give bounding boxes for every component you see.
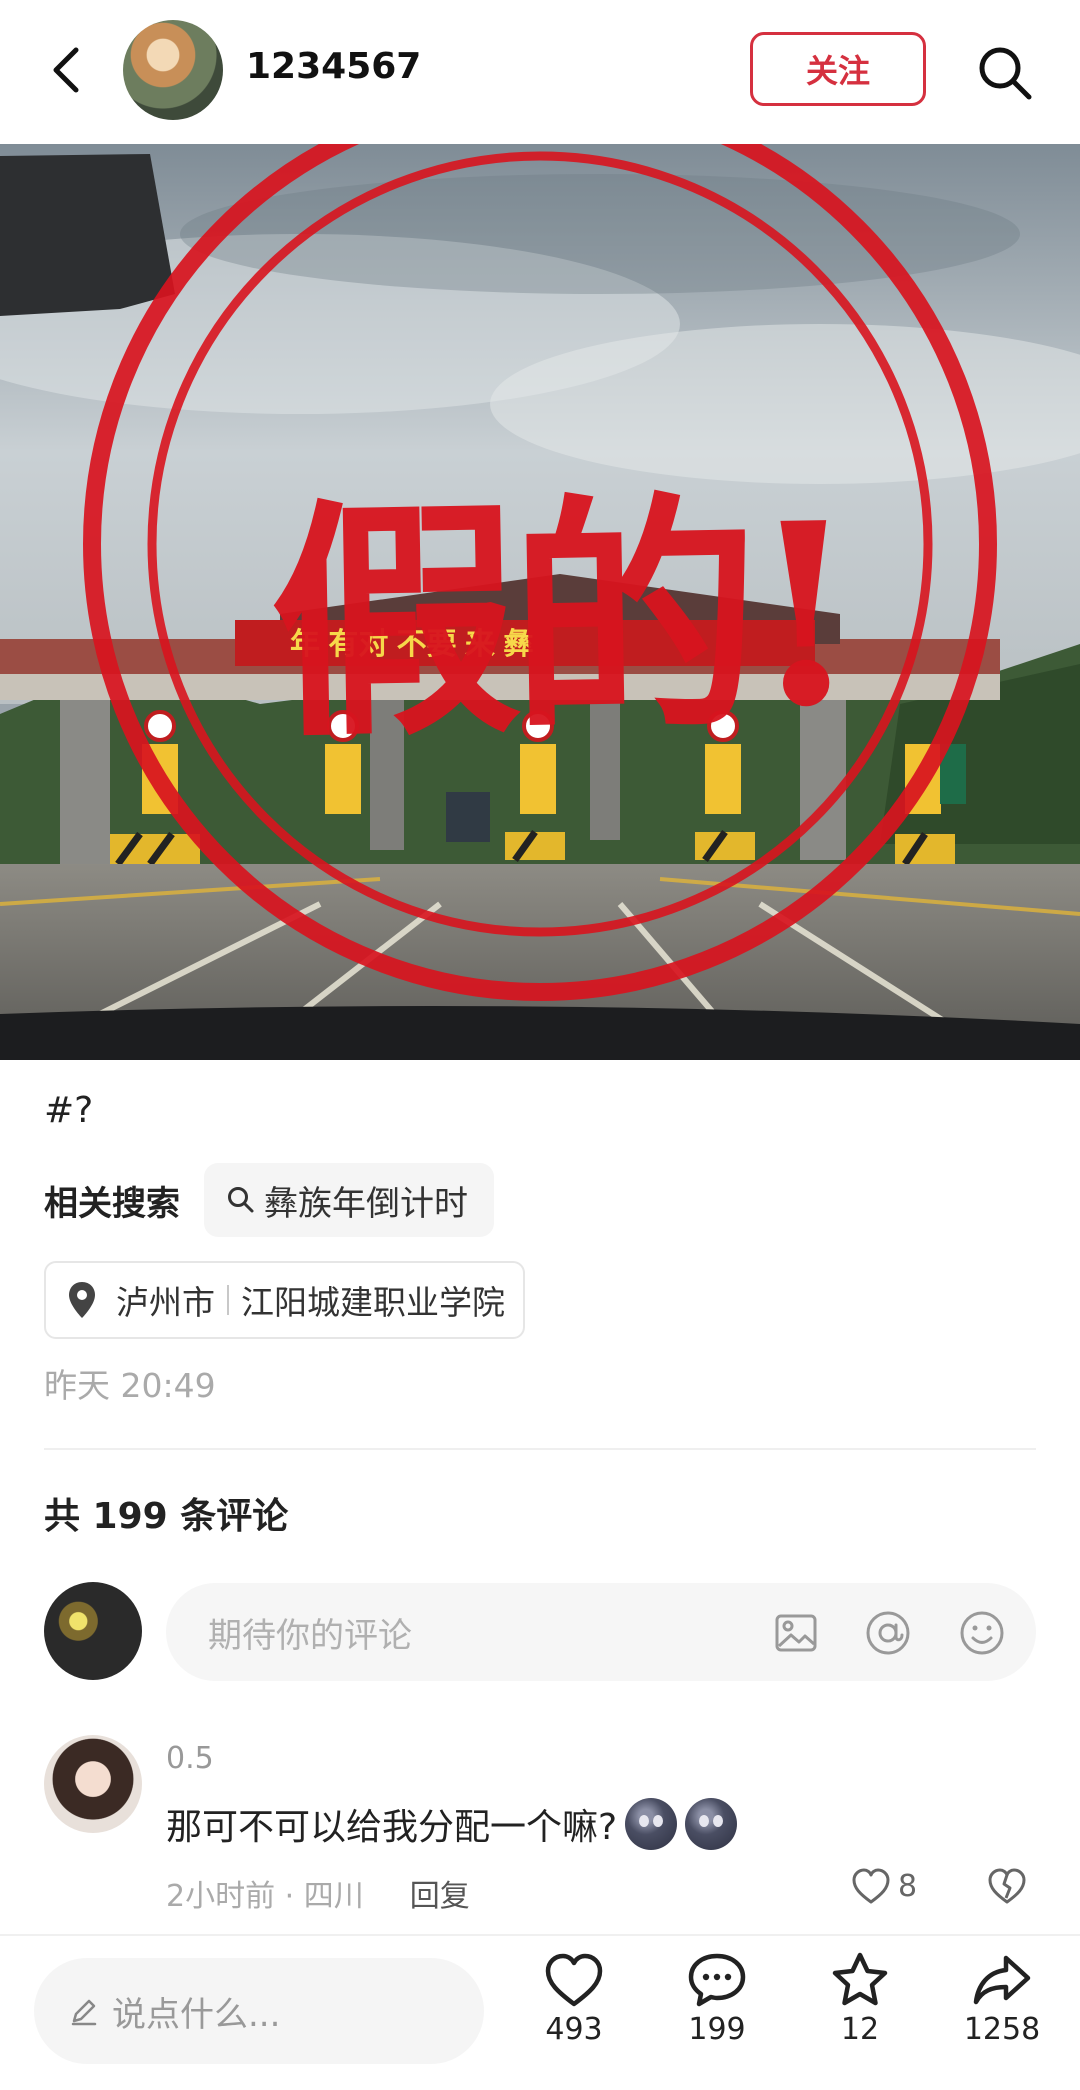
broken-heart-icon	[988, 1868, 1026, 1904]
comment-text: 那可不可以给我分配一个嘛?	[166, 1798, 738, 1850]
say-something-input[interactable]: 说点什么...	[34, 1958, 484, 2064]
search-button[interactable]	[970, 38, 1040, 108]
follow-button[interactable]: 关注	[750, 32, 926, 106]
back-button[interactable]	[40, 40, 90, 100]
location-city: 泸州市	[116, 1283, 215, 1322]
author-username[interactable]: 1234567	[246, 46, 421, 87]
author-avatar[interactable]	[123, 20, 223, 120]
search-icon	[228, 1187, 254, 1213]
divider	[44, 1448, 1036, 1450]
location-separator	[227, 1285, 229, 1315]
image-icon	[775, 1614, 817, 1652]
comment-like-button[interactable]: 8	[850, 1866, 917, 1906]
pencil-icon	[71, 1999, 97, 2026]
fake-stamp-text: 假的!	[267, 466, 853, 772]
comment-time-location: 2小时前 · 四川	[166, 1879, 364, 1914]
insert-image-button[interactable]	[770, 1607, 822, 1659]
like-count: 493	[545, 2012, 603, 2047]
comment-body: 那可不可以给我分配一个嘛?	[166, 1807, 618, 1848]
at-sign-icon	[866, 1611, 910, 1655]
commenter-name[interactable]: 0.5	[166, 1741, 214, 1776]
star-icon	[832, 1952, 888, 2006]
related-search-row: 相关搜索 彝族年倒计时	[44, 1163, 494, 1237]
say-something-placeholder: 说点什么...	[112, 1994, 281, 2035]
related-search-chip[interactable]: 彝族年倒计时	[204, 1163, 494, 1237]
commenter-avatar[interactable]	[44, 1735, 142, 1833]
like-button[interactable]: 493	[514, 1950, 634, 2047]
related-search-query: 彝族年倒计时	[264, 1183, 468, 1224]
location-pin-icon	[69, 1282, 95, 1318]
share-button[interactable]: 1258	[942, 1950, 1062, 2047]
post-image[interactable]: 年 有对 不要 来 彝 假的!	[0, 144, 1080, 1060]
emoji-sticker	[625, 1798, 678, 1850]
favorite-count: 12	[840, 2012, 880, 2047]
search-icon	[979, 47, 1032, 100]
mention-button[interactable]	[862, 1607, 914, 1659]
heart-icon	[545, 1953, 603, 2007]
comment-count-heading: 共 199 条评论	[44, 1496, 289, 1537]
comment-dislike-button[interactable]	[986, 1866, 1028, 1910]
comment-bubble-icon	[688, 1953, 746, 2007]
share-count: 1258	[963, 2012, 1041, 2047]
current-user-avatar	[44, 1582, 142, 1680]
reply-button[interactable]: 回复	[410, 1871, 470, 1915]
comment-meta: 2小时前 · 四川 回复	[166, 1871, 470, 1915]
comment-like-count: 8	[898, 1868, 918, 1904]
heart-outline-icon	[852, 1868, 890, 1904]
comment-button[interactable]: 199	[657, 1950, 777, 2047]
post-hashtag[interactable]: #?	[44, 1090, 93, 1131]
emoji-sticker	[685, 1798, 738, 1850]
location-place: 江阳城建职业学院	[241, 1283, 505, 1322]
related-search-label: 相关搜索	[44, 1183, 180, 1224]
location-tag[interactable]: 泸州市 江阳城建职业学院	[44, 1261, 525, 1339]
favorite-button[interactable]: 12	[800, 1950, 920, 2047]
comment-count: 199	[688, 2012, 746, 2047]
share-arrow-icon	[973, 1955, 1031, 2005]
post-timestamp: 昨天 20:49	[44, 1366, 216, 1405]
bottom-action-bar: 说点什么... 493 199 12 1258	[0, 1934, 1080, 2090]
chevron-left-icon	[53, 47, 79, 93]
top-bar: 1234567 关注	[0, 0, 1080, 144]
emoji-button[interactable]	[956, 1607, 1008, 1659]
smiley-icon	[960, 1611, 1004, 1655]
